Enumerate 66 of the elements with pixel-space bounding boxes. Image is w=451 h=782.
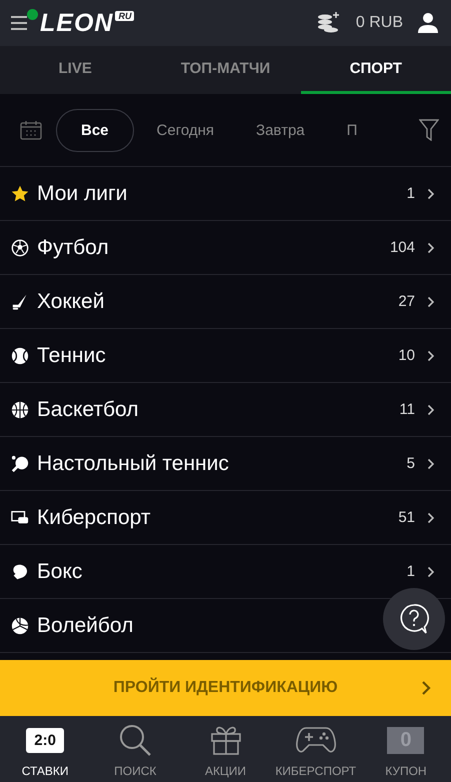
- monitor-gamepad-icon: [11, 508, 29, 526]
- score-badge: 2:0: [26, 728, 64, 752]
- date-chip[interactable]: П: [328, 108, 376, 152]
- chevron-icon: [427, 512, 435, 524]
- gift-icon: [210, 724, 242, 756]
- event-count: 104: [390, 239, 415, 256]
- chevron-icon: [427, 350, 435, 362]
- chevron-icon: [427, 458, 435, 470]
- sport-name: Волейбол: [37, 614, 134, 638]
- coins-icon[interactable]: [316, 11, 342, 35]
- sport-row[interactable]: Киберспорт 51: [0, 491, 451, 545]
- sport-name: Настольный теннис: [37, 452, 229, 476]
- date-chip[interactable]: Завтра: [237, 108, 324, 152]
- boxing-glove-icon: [11, 562, 29, 580]
- logo-badge: RU: [115, 10, 134, 20]
- chevron-icon: [427, 566, 435, 578]
- tab[interactable]: СПОРТ: [300, 46, 451, 94]
- sport-name: Бокс: [37, 560, 82, 584]
- gamepad-icon: [296, 725, 336, 755]
- sport-name: Киберспорт: [37, 506, 151, 530]
- volleyball-icon: [11, 616, 29, 634]
- event-count: 10: [398, 347, 415, 364]
- nav-item[interactable]: 2:0 СТАВКИ: [0, 716, 90, 782]
- user-icon[interactable]: [417, 12, 439, 34]
- nav-item[interactable]: КИБЕРСПОРТ: [270, 716, 361, 782]
- nav-item[interactable]: ПОИСК: [90, 716, 180, 782]
- event-count: 51: [398, 509, 415, 526]
- chevron-icon: [427, 188, 435, 200]
- sport-row[interactable]: Хоккей 27: [0, 275, 451, 329]
- date-chip[interactable]: Сегодня: [138, 108, 234, 152]
- tennis-ball-icon: [11, 346, 29, 364]
- sport-name: Баскетбол: [37, 398, 138, 422]
- event-count: 11: [399, 401, 415, 418]
- logo: LEON: [40, 8, 114, 38]
- verification-banner[interactable]: ПРОЙТИ ИДЕНТИФИКАЦИЮ: [0, 660, 451, 716]
- sport-row[interactable]: Футбол 104: [0, 221, 451, 275]
- sport-name: Футбол: [37, 236, 109, 260]
- chevron-icon: [427, 242, 435, 254]
- event-count: 5: [406, 455, 415, 472]
- balance: 0 RUB: [356, 14, 403, 32]
- hockey-stick-icon: [11, 292, 29, 310]
- tab[interactable]: LIVE: [0, 46, 150, 94]
- sport-name: Хоккей: [37, 290, 104, 314]
- star-icon: [11, 184, 29, 202]
- soccer-ball-icon: [11, 238, 29, 256]
- sport-row[interactable]: Мои лиги 1: [0, 167, 451, 221]
- help-icon: [399, 603, 429, 635]
- search-icon: [118, 723, 152, 757]
- chevron-icon: [421, 680, 431, 696]
- chevron-icon: [427, 296, 435, 308]
- calendar-icon[interactable]: [20, 120, 42, 140]
- ping-pong-paddle-icon: [11, 454, 29, 472]
- sport-name: Теннис: [37, 344, 106, 368]
- event-count: 1: [406, 563, 415, 580]
- chevron-icon: [427, 404, 435, 416]
- sport-row[interactable]: Баскетбол 11: [0, 383, 451, 437]
- sport-row[interactable]: Теннис 10: [0, 329, 451, 383]
- sport-name: Мои лиги: [37, 182, 128, 206]
- basketball-icon: [11, 400, 29, 418]
- sport-row[interactable]: Настольный теннис 5: [0, 437, 451, 491]
- tab[interactable]: ТОП-МАТЧИ: [150, 46, 301, 94]
- date-chip[interactable]: Все: [56, 108, 134, 152]
- filter-icon[interactable]: [419, 119, 439, 141]
- event-count: 1: [406, 185, 415, 202]
- nav-item[interactable]: АКЦИИ: [180, 716, 271, 782]
- event-count: 27: [398, 293, 415, 310]
